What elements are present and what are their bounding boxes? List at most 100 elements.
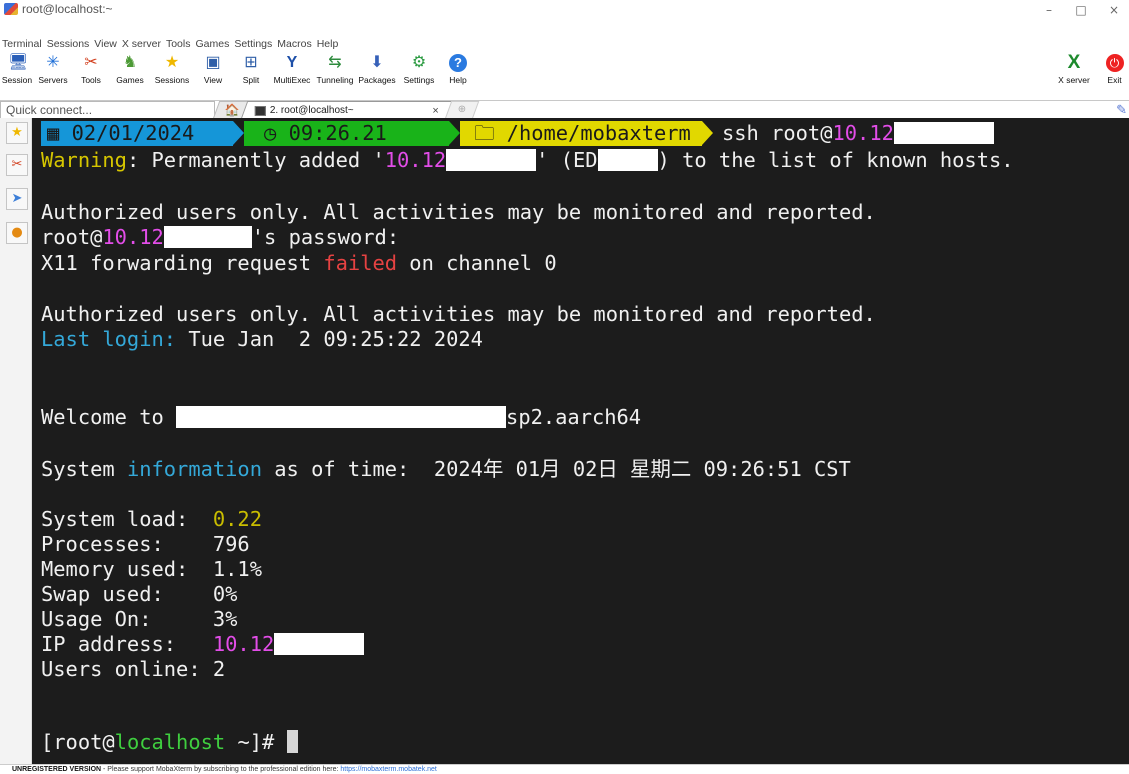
help-icon: ? bbox=[449, 54, 467, 72]
support-text: - Please support MobaXterm by subscribin… bbox=[101, 766, 341, 773]
calendar-icon: ▦ bbox=[47, 120, 72, 145]
menu-tools[interactable]: Tools bbox=[164, 37, 194, 51]
tunneling-icon: ⇆ bbox=[328, 54, 342, 71]
banner-line: Authorized users only. All activities ma… bbox=[41, 200, 876, 224]
redacted-ip bbox=[893, 122, 994, 144]
redacted-ip bbox=[274, 633, 365, 655]
view-icon: ▣ bbox=[205, 54, 221, 71]
stat-ip-address: IP address: 10.12 bbox=[41, 632, 365, 658]
shell-prompt: [root@localhost ~]# bbox=[41, 730, 298, 756]
session-button[interactable]: 🖥 Session bbox=[0, 51, 34, 91]
settings-icon: ⚙ bbox=[411, 54, 427, 71]
rail-send-icon[interactable]: ➤ bbox=[6, 188, 28, 210]
x11-line: X11 forwarding request failed on channel… bbox=[41, 251, 557, 275]
window-title: root@localhost:~ bbox=[22, 2, 113, 16]
clock-icon: ◷ bbox=[264, 120, 289, 145]
xserver-icon: X bbox=[1067, 52, 1081, 73]
menu-terminal[interactable]: Terminal bbox=[0, 37, 45, 51]
stat-users-online: Users online: 2 bbox=[41, 657, 226, 681]
menu-macros[interactable]: Macros bbox=[275, 37, 314, 51]
plus-icon: ⊕ bbox=[457, 104, 467, 115]
redacted-ip bbox=[446, 149, 537, 171]
settings-button[interactable]: ⚙ Settings bbox=[398, 51, 440, 91]
menu-view[interactable]: View bbox=[92, 37, 120, 51]
view-button[interactable]: ▣ View bbox=[194, 51, 232, 91]
side-rail: ★ ✂ ➤ ● bbox=[0, 118, 32, 764]
password-line: root@10.12's password: bbox=[41, 225, 400, 249]
menu-games[interactable]: Games bbox=[193, 37, 232, 51]
servers-icon: ✳ bbox=[46, 54, 60, 71]
mobaxterm-app-icon bbox=[4, 3, 18, 15]
redacted-os-name bbox=[176, 406, 507, 428]
prompt-time-segment: ◷ 09:26.21 bbox=[244, 121, 449, 146]
stat-swap-used: Swap used: 0% bbox=[41, 582, 238, 606]
games-icon: ♞ bbox=[122, 54, 138, 71]
stat-usage-on: Usage On: 3% bbox=[41, 607, 238, 631]
segment-arrow bbox=[702, 121, 713, 145]
session-icon: 🖥 bbox=[8, 54, 29, 71]
xserver-button[interactable]: X X server bbox=[1052, 51, 1096, 91]
status-bar: UNREGISTERED VERSION - Please support Mo… bbox=[0, 764, 1129, 774]
unregistered-label: UNREGISTERED VERSION bbox=[12, 766, 102, 773]
menu-settings[interactable]: Settings bbox=[232, 37, 275, 51]
games-button[interactable]: ♞ Games bbox=[110, 51, 150, 91]
exit-button[interactable]: ⏻ Exit bbox=[1100, 51, 1129, 91]
segment-arrow bbox=[233, 121, 244, 145]
prompt-path: /home/mobaxterm bbox=[506, 120, 691, 145]
quick-connect-input[interactable]: Quick connect... bbox=[0, 101, 215, 119]
stat-processes: Processes: 796 bbox=[41, 532, 250, 556]
rail-tools-icon[interactable]: ✂ bbox=[6, 154, 28, 176]
multiexec-button[interactable]: Y MultiExec bbox=[270, 51, 314, 91]
multiexec-icon: Y bbox=[286, 54, 298, 71]
sysinfo-line: System information as of time: 2024年 01月… bbox=[41, 457, 851, 481]
terminal-view[interactable]: ▦ 02/01/2024 ◷ 09:26.21 🗀 /home/mobaxter… bbox=[32, 118, 1129, 764]
split-icon: ⊞ bbox=[244, 54, 258, 71]
tab-label: 2. root@localhost~ bbox=[269, 105, 354, 116]
sessions-button[interactable]: ★ Sessions bbox=[150, 51, 194, 91]
menu-bar: Terminal Sessions View X server Tools Ga… bbox=[0, 37, 1129, 51]
prompt-command: ssh root@10.12 bbox=[722, 121, 994, 147]
minimize-button[interactable]: – bbox=[1034, 0, 1064, 20]
menu-x-server[interactable]: X server bbox=[120, 37, 164, 51]
packages-button[interactable]: ⬇ Packages bbox=[356, 51, 398, 91]
prompt-path-segment: 🗀 /home/mobaxterm bbox=[460, 121, 702, 146]
last-login-line: Last login: Tue Jan 2 09:25:22 2024 bbox=[41, 327, 483, 351]
prompt-time: 09:26.21 bbox=[288, 120, 387, 145]
folder-icon: 🗀 bbox=[474, 120, 507, 145]
redacted-key-type bbox=[597, 149, 658, 171]
close-tab-icon[interactable]: × bbox=[432, 105, 438, 117]
stat-memory-used: Memory used: 1.1% bbox=[41, 557, 262, 581]
welcome-line: Welcome to sp2.aarch64 bbox=[41, 405, 642, 429]
maximize-button[interactable]: □ bbox=[1066, 0, 1096, 20]
servers-button[interactable]: ✳ Servers bbox=[34, 51, 72, 91]
warning-line: Warning: Permanently added '10.12 ' (ED) … bbox=[41, 148, 1014, 172]
tab-root-localhost[interactable]: 2. root@localhost~ × bbox=[240, 101, 458, 119]
tools-button[interactable]: ✂ Tools bbox=[72, 51, 110, 91]
help-button[interactable]: ? Help bbox=[440, 51, 476, 91]
main-toolbar: 🖥 Session ✳ Servers ✂ Tools ♞ Games ★ Se… bbox=[0, 51, 1129, 91]
redacted-ip bbox=[163, 226, 252, 248]
title-bar: root@localhost:~ – □ × bbox=[0, 0, 1129, 35]
new-tab-button[interactable]: ⊕ bbox=[444, 101, 480, 119]
rail-sessions-star-icon[interactable]: ★ bbox=[6, 122, 28, 144]
menu-help[interactable]: Help bbox=[315, 37, 342, 51]
exit-icon: ⏻ bbox=[1105, 54, 1124, 72]
rail-macros-icon[interactable]: ● bbox=[6, 222, 28, 244]
banner-line: Authorized users only. All activities ma… bbox=[41, 302, 876, 326]
terminal-cursor bbox=[286, 730, 298, 753]
prompt-date-segment: ▦ 02/01/2024 bbox=[41, 121, 233, 146]
pen-icon[interactable]: ✎ bbox=[1116, 102, 1127, 118]
tunneling-button[interactable]: ⇆ Tunneling bbox=[314, 51, 356, 91]
tools-icon: ✂ bbox=[84, 54, 98, 71]
menu-sessions[interactable]: Sessions bbox=[45, 37, 93, 51]
packages-icon: ⬇ bbox=[370, 54, 384, 71]
prompt-date: 02/01/2024 bbox=[71, 120, 195, 145]
segment-arrow bbox=[449, 121, 460, 145]
close-window-button[interactable]: × bbox=[1099, 0, 1129, 20]
terminal-icon bbox=[254, 105, 266, 116]
star-icon: ★ bbox=[164, 54, 180, 71]
split-button[interactable]: ⊞ Split bbox=[232, 51, 270, 91]
stat-system-load: System load: 0.22 bbox=[41, 507, 262, 531]
tab-bar: Quick connect... 🏠 2. root@localhost~ × … bbox=[0, 100, 1129, 119]
subscribe-link[interactable]: https://mobaxterm.mobatek.net bbox=[340, 766, 437, 773]
